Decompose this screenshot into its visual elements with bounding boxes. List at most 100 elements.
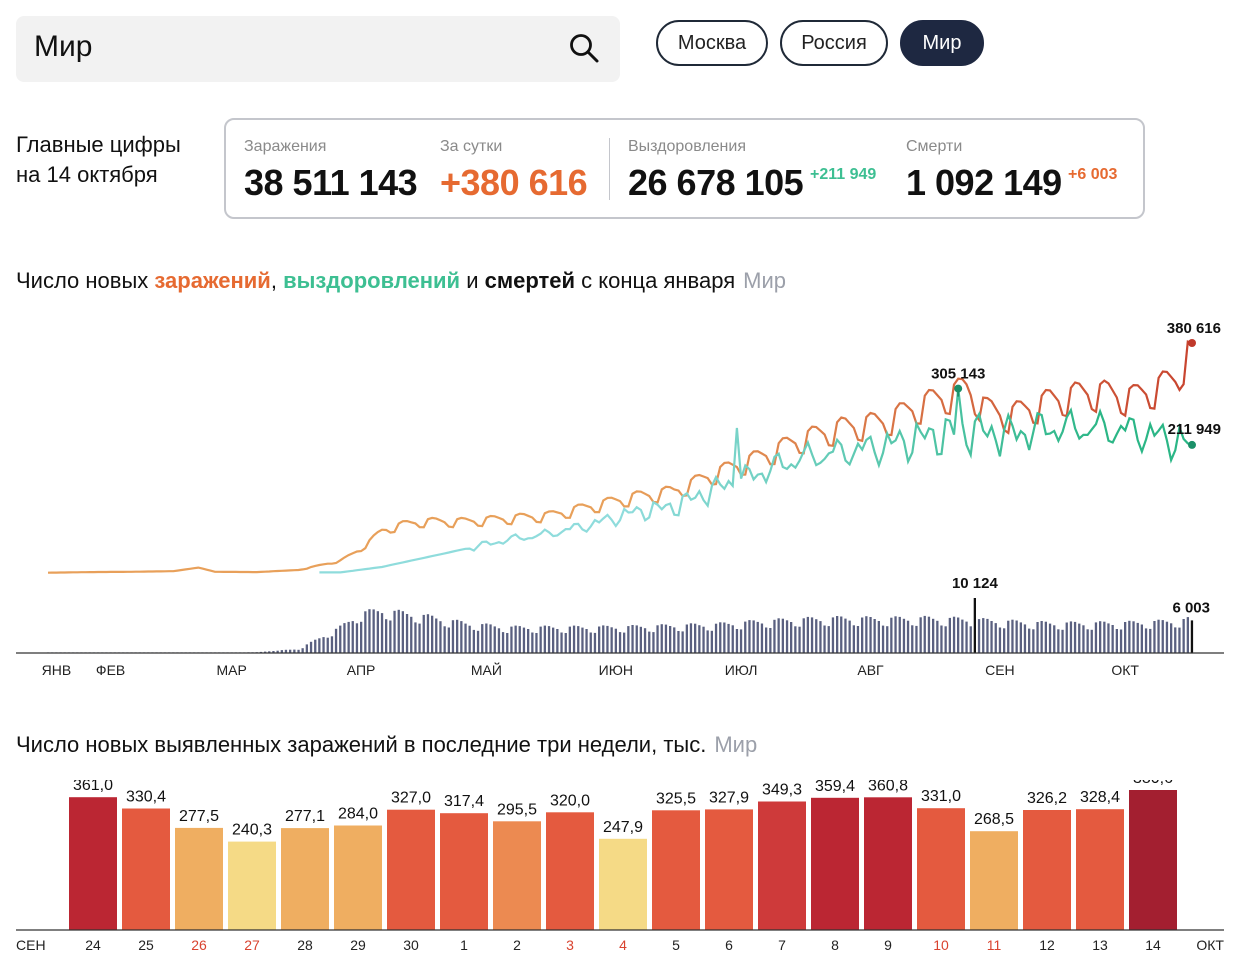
death-bar — [777, 618, 780, 653]
recovered-delta: +211 949 — [810, 166, 877, 183]
death-bar — [919, 617, 922, 653]
daily-cases-bar — [493, 821, 541, 930]
death-bar — [456, 619, 459, 653]
death-bar — [1128, 620, 1131, 653]
death-bar — [598, 626, 601, 653]
death-bar — [1149, 628, 1152, 653]
month-tick-label: СЕН — [985, 662, 1015, 678]
death-bar — [957, 617, 960, 653]
day-tick-label: 9 — [884, 937, 892, 953]
search-icon[interactable] — [568, 32, 602, 66]
death-bar — [794, 626, 797, 653]
death-bar — [468, 625, 471, 653]
month-tick-label: ИЮЛ — [725, 662, 758, 678]
death-bar — [1115, 629, 1118, 653]
death-bar — [706, 630, 709, 653]
death-bar — [393, 610, 396, 653]
death-bar — [1065, 622, 1068, 653]
death-bar — [881, 625, 885, 653]
death-bar — [443, 626, 446, 653]
death-bar — [710, 630, 713, 653]
death-bar — [1048, 623, 1052, 653]
death-bar — [1036, 622, 1039, 653]
death-bar — [1174, 627, 1177, 653]
chart1-title: Число новых заражений, выздоровлений и с… — [16, 268, 786, 294]
death-bar — [439, 621, 442, 653]
death-bar — [773, 619, 776, 653]
death-bar — [977, 619, 981, 653]
death-bar — [581, 627, 584, 653]
death-bar — [1119, 629, 1123, 653]
death-bar — [476, 630, 480, 653]
death-bar — [643, 628, 647, 653]
death-bar — [322, 637, 325, 653]
bar-value-label: 277,5 — [179, 808, 219, 825]
death-bar — [1057, 629, 1060, 653]
chart1-title-part1: Число новых — [16, 268, 155, 293]
recovered-endpoint — [1188, 440, 1196, 449]
death-bar — [451, 620, 455, 653]
search-input[interactable]: Мир — [34, 30, 92, 64]
death-bar — [1107, 623, 1110, 653]
daily-label: За сутки — [440, 138, 503, 155]
recovered-series-line — [319, 388, 1193, 574]
region-button-russia[interactable]: Россия — [780, 20, 888, 66]
death-bar — [539, 626, 542, 653]
death-bar — [1140, 624, 1143, 653]
death-bar — [493, 626, 496, 653]
death-bar — [727, 623, 730, 653]
recovered-value: 26 678 105 — [628, 162, 804, 203]
death-bar — [656, 625, 659, 653]
bar-value-label: 326,2 — [1027, 790, 1067, 807]
death-bar — [547, 626, 551, 653]
day-tick-label: 7 — [778, 937, 786, 953]
death-bar — [810, 617, 814, 653]
region-button-world[interactable]: Мир — [900, 20, 984, 66]
death-bar — [990, 621, 993, 653]
day-tick-label: 12 — [1039, 937, 1055, 953]
death-bar — [497, 628, 501, 653]
death-bar — [1023, 624, 1027, 653]
deaths-last-label: 6 003 — [1172, 599, 1210, 616]
death-bar — [376, 611, 379, 653]
day-tick-label: 28 — [297, 937, 313, 953]
recovered-peak-dot — [954, 384, 963, 393]
death-bar — [372, 609, 375, 653]
day-tick-label: 5 — [672, 937, 680, 953]
death-bar — [364, 611, 367, 653]
death-bar — [1165, 621, 1169, 653]
death-bar — [351, 621, 354, 653]
death-bar — [669, 626, 672, 653]
death-bar — [1124, 622, 1127, 653]
death-bar — [748, 620, 751, 653]
death-bar — [739, 629, 743, 653]
day-tick-label: 25 — [138, 937, 154, 953]
death-bar — [769, 628, 772, 653]
death-bar — [998, 627, 1002, 653]
death-bar — [514, 625, 517, 653]
deaths-label: Смерти — [906, 138, 963, 155]
death-bar — [702, 626, 705, 653]
bar-value-label: 327,9 — [709, 789, 749, 806]
daily-cases-bar — [546, 812, 594, 930]
death-bar — [652, 632, 655, 653]
death-bar — [1086, 629, 1089, 653]
death-bar — [911, 625, 914, 653]
death-bar — [973, 598, 976, 653]
region-button-moscow[interactable]: Москва — [656, 20, 768, 66]
death-bar — [948, 617, 951, 653]
death-bar — [426, 614, 430, 653]
bar-value-label: 359,4 — [815, 780, 855, 795]
death-bar — [556, 629, 559, 653]
death-bar — [422, 614, 425, 653]
death-bar — [610, 627, 613, 653]
bar-value-label: 327,0 — [391, 790, 431, 807]
death-bar — [723, 622, 726, 653]
day-tick-label: 24 — [85, 937, 101, 953]
death-bar — [861, 617, 864, 653]
daily-cases-bar — [652, 810, 700, 930]
death-bar — [752, 620, 755, 653]
month-tick-label: АВГ — [857, 662, 884, 678]
chart2-title: Число новых выявленных заражений в после… — [16, 732, 757, 758]
search-box[interactable]: Мир — [16, 16, 620, 82]
